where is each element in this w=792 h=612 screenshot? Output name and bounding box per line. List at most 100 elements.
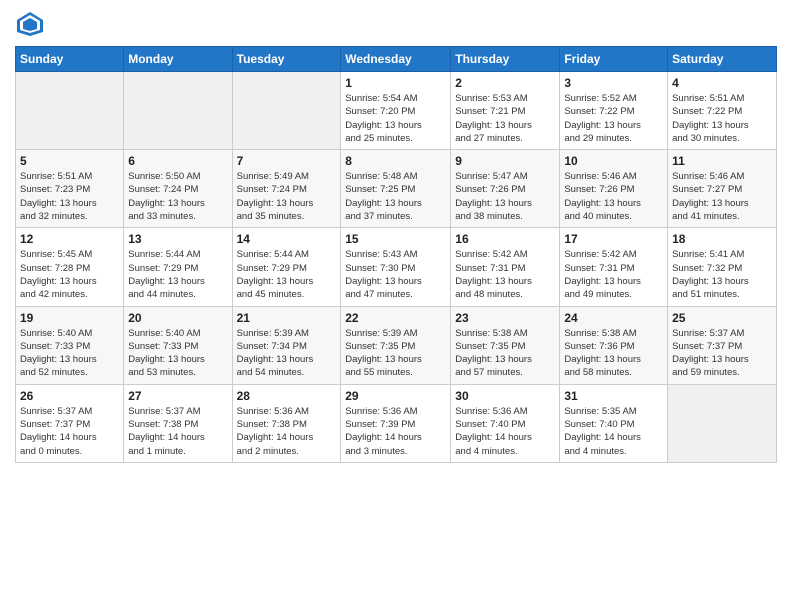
day-cell: 13Sunrise: 5:44 AMSunset: 7:29 PMDayligh…	[124, 228, 232, 306]
weekday-sunday: Sunday	[16, 47, 124, 72]
day-cell: 9 Sunrise: 5:47 AMSunset: 7:26 PMDaylight…	[451, 150, 560, 228]
day-number: 26	[20, 389, 119, 403]
day-cell: 23Sunrise: 5:38 AMSunset: 7:35 PMDayligh…	[451, 306, 560, 384]
day-cell: 17Sunrise: 5:42 AMSunset: 7:31 PMDayligh…	[560, 228, 668, 306]
day-info: Sunrise: 5:40 AMSunset: 7:33 PMDaylight:…	[20, 327, 119, 380]
day-cell: 7 Sunrise: 5:49 AMSunset: 7:24 PMDaylight…	[232, 150, 341, 228]
day-cell: 28 Sunrise: 5:36 AMSunset: 7:38 PMDayligh…	[232, 384, 341, 462]
day-cell: 3 Sunrise: 5:52 AMSunset: 7:22 PMDaylight…	[560, 72, 668, 150]
day-info: Sunrise: 5:49 AMSunset: 7:24 PMDaylight:…	[237, 170, 337, 223]
day-info: Sunrise: 5:39 AMSunset: 7:34 PMDaylight:…	[237, 327, 337, 380]
day-cell: 2 Sunrise: 5:53 AMSunset: 7:21 PMDaylight…	[451, 72, 560, 150]
day-number: 10	[564, 154, 663, 168]
day-cell: 4Sunrise: 5:51 AMSunset: 7:22 PMDaylight…	[668, 72, 777, 150]
day-cell	[16, 72, 124, 150]
day-number: 18	[672, 232, 772, 246]
day-cell: 24 Sunrise: 5:38 AMSunset: 7:36 PMDayligh…	[560, 306, 668, 384]
day-number: 12	[20, 232, 119, 246]
day-info: Sunrise: 5:38 AMSunset: 7:36 PMDaylight:…	[564, 327, 663, 380]
day-cell: 11 Sunrise: 5:46 AMSunset: 7:27 PMDayligh…	[668, 150, 777, 228]
day-number: 31	[564, 389, 663, 403]
day-number: 13	[128, 232, 227, 246]
week-row-5: 26Sunrise: 5:37 AMSunset: 7:37 PMDayligh…	[16, 384, 777, 462]
week-row-1: 1 Sunrise: 5:54 AMSunset: 7:20 PMDaylight…	[16, 72, 777, 150]
logo	[15, 10, 49, 38]
week-row-3: 12 Sunrise: 5:45 AMSunset: 7:28 PMDayligh…	[16, 228, 777, 306]
day-info: Sunrise: 5:42 AMSunset: 7:31 PMDaylight:…	[455, 248, 555, 301]
day-cell: 29Sunrise: 5:36 AMSunset: 7:39 PMDayligh…	[341, 384, 451, 462]
day-cell: 31 Sunrise: 5:35 AMSunset: 7:40 PMDayligh…	[560, 384, 668, 462]
day-info: Sunrise: 5:51 AMSunset: 7:22 PMDaylight:…	[672, 92, 772, 145]
day-cell: 12 Sunrise: 5:45 AMSunset: 7:28 PMDayligh…	[16, 228, 124, 306]
week-row-4: 19 Sunrise: 5:40 AMSunset: 7:33 PMDayligh…	[16, 306, 777, 384]
day-cell: 5 Sunrise: 5:51 AMSunset: 7:23 PMDaylight…	[16, 150, 124, 228]
day-number: 2	[455, 76, 555, 90]
day-info: Sunrise: 5:52 AMSunset: 7:22 PMDaylight:…	[564, 92, 663, 145]
day-number: 19	[20, 311, 119, 325]
day-number: 20	[128, 311, 227, 325]
day-cell	[232, 72, 341, 150]
day-number: 8	[345, 154, 446, 168]
day-info: Sunrise: 5:46 AMSunset: 7:26 PMDaylight:…	[564, 170, 663, 223]
day-info: Sunrise: 5:36 AMSunset: 7:38 PMDaylight:…	[237, 405, 337, 458]
day-info: Sunrise: 5:47 AMSunset: 7:26 PMDaylight:…	[455, 170, 555, 223]
day-number: 16	[455, 232, 555, 246]
day-cell: 1 Sunrise: 5:54 AMSunset: 7:20 PMDaylight…	[341, 72, 451, 150]
day-cell: 27 Sunrise: 5:37 AMSunset: 7:38 PMDayligh…	[124, 384, 232, 462]
calendar-page: SundayMondayTuesdayWednesdayThursdayFrid…	[0, 0, 792, 478]
day-info: Sunrise: 5:40 AMSunset: 7:33 PMDaylight:…	[128, 327, 227, 380]
day-cell: 6 Sunrise: 5:50 AMSunset: 7:24 PMDaylight…	[124, 150, 232, 228]
day-cell: 10 Sunrise: 5:46 AMSunset: 7:26 PMDayligh…	[560, 150, 668, 228]
day-info: Sunrise: 5:50 AMSunset: 7:24 PMDaylight:…	[128, 170, 227, 223]
day-number: 15	[345, 232, 446, 246]
day-cell: 22 Sunrise: 5:39 AMSunset: 7:35 PMDayligh…	[341, 306, 451, 384]
day-info: Sunrise: 5:36 AMSunset: 7:40 PMDaylight:…	[455, 405, 555, 458]
day-number: 24	[564, 311, 663, 325]
day-info: Sunrise: 5:51 AMSunset: 7:23 PMDaylight:…	[20, 170, 119, 223]
day-cell	[124, 72, 232, 150]
day-number: 3	[564, 76, 663, 90]
day-info: Sunrise: 5:48 AMSunset: 7:25 PMDaylight:…	[345, 170, 446, 223]
weekday-tuesday: Tuesday	[232, 47, 341, 72]
day-number: 23	[455, 311, 555, 325]
weekday-thursday: Thursday	[451, 47, 560, 72]
day-info: Sunrise: 5:35 AMSunset: 7:40 PMDaylight:…	[564, 405, 663, 458]
day-cell: 21 Sunrise: 5:39 AMSunset: 7:34 PMDayligh…	[232, 306, 341, 384]
day-cell: 8 Sunrise: 5:48 AMSunset: 7:25 PMDaylight…	[341, 150, 451, 228]
day-number: 22	[345, 311, 446, 325]
day-info: Sunrise: 5:39 AMSunset: 7:35 PMDaylight:…	[345, 327, 446, 380]
day-cell: 15 Sunrise: 5:43 AMSunset: 7:30 PMDayligh…	[341, 228, 451, 306]
day-cell: 14Sunrise: 5:44 AMSunset: 7:29 PMDayligh…	[232, 228, 341, 306]
day-number: 11	[672, 154, 772, 168]
day-number: 25	[672, 311, 772, 325]
day-number: 27	[128, 389, 227, 403]
day-info: Sunrise: 5:42 AMSunset: 7:31 PMDaylight:…	[564, 248, 663, 301]
day-info: Sunrise: 5:45 AMSunset: 7:28 PMDaylight:…	[20, 248, 119, 301]
week-row-2: 5 Sunrise: 5:51 AMSunset: 7:23 PMDaylight…	[16, 150, 777, 228]
day-number: 30	[455, 389, 555, 403]
day-number: 9	[455, 154, 555, 168]
day-info: Sunrise: 5:54 AMSunset: 7:20 PMDaylight:…	[345, 92, 446, 145]
day-info: Sunrise: 5:37 AMSunset: 7:38 PMDaylight:…	[128, 405, 227, 458]
day-number: 1	[345, 76, 446, 90]
day-info: Sunrise: 5:43 AMSunset: 7:30 PMDaylight:…	[345, 248, 446, 301]
day-cell: 20 Sunrise: 5:40 AMSunset: 7:33 PMDayligh…	[124, 306, 232, 384]
weekday-wednesday: Wednesday	[341, 47, 451, 72]
day-number: 5	[20, 154, 119, 168]
day-info: Sunrise: 5:53 AMSunset: 7:21 PMDaylight:…	[455, 92, 555, 145]
day-cell: 18Sunrise: 5:41 AMSunset: 7:32 PMDayligh…	[668, 228, 777, 306]
day-cell: 16 Sunrise: 5:42 AMSunset: 7:31 PMDayligh…	[451, 228, 560, 306]
day-cell: 26Sunrise: 5:37 AMSunset: 7:37 PMDayligh…	[16, 384, 124, 462]
day-info: Sunrise: 5:37 AMSunset: 7:37 PMDaylight:…	[672, 327, 772, 380]
weekday-monday: Monday	[124, 47, 232, 72]
weekday-saturday: Saturday	[668, 47, 777, 72]
day-number: 28	[237, 389, 337, 403]
weekday-header-row: SundayMondayTuesdayWednesdayThursdayFrid…	[16, 47, 777, 72]
logo-icon	[15, 10, 45, 38]
day-cell	[668, 384, 777, 462]
day-number: 7	[237, 154, 337, 168]
day-number: 21	[237, 311, 337, 325]
day-number: 6	[128, 154, 227, 168]
weekday-friday: Friday	[560, 47, 668, 72]
day-info: Sunrise: 5:46 AMSunset: 7:27 PMDaylight:…	[672, 170, 772, 223]
